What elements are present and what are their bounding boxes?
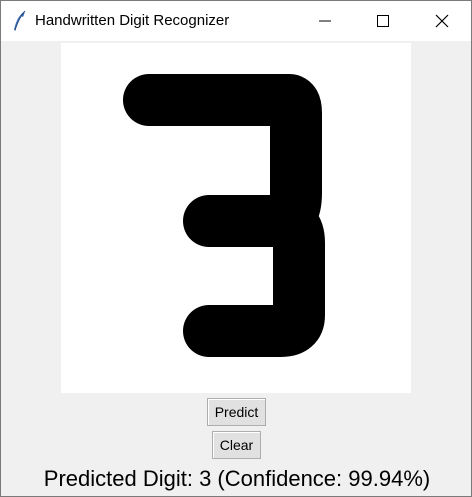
close-button[interactable]: [413, 1, 471, 41]
clear-button[interactable]: Clear: [212, 431, 261, 459]
title-bar[interactable]: Handwritten Digit Recognizer: [1, 1, 471, 41]
minimize-button[interactable]: [296, 1, 354, 41]
predict-button[interactable]: Predict: [207, 398, 266, 426]
maximize-button[interactable]: [354, 1, 412, 41]
window-title: Handwritten Digit Recognizer: [35, 12, 230, 29]
feather-icon: [11, 10, 29, 32]
drawing-canvas[interactable]: [61, 43, 411, 393]
drawn-digit-three: [123, 74, 325, 357]
app-window: Handwritten Digit Recognizer Predict Cle…: [0, 0, 472, 497]
prediction-result: Predicted Digit: 3 (Confidence: 99.94%): [43, 466, 431, 491]
minimize-icon: [319, 20, 331, 22]
maximize-icon: [377, 15, 389, 27]
close-icon: [435, 14, 449, 28]
